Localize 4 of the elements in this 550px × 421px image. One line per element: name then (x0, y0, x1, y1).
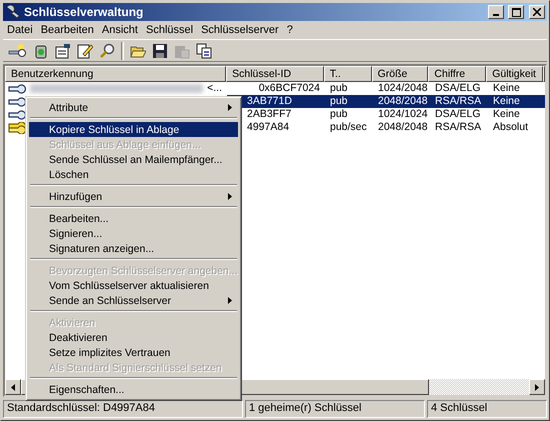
status-text: 1 geheime(r) Schlüssel (245, 400, 425, 418)
window-title: Schlüsselverwaltung (24, 5, 144, 19)
status-text: 4 Schlüssel (427, 400, 547, 418)
table-cell: <... (207, 82, 222, 95)
